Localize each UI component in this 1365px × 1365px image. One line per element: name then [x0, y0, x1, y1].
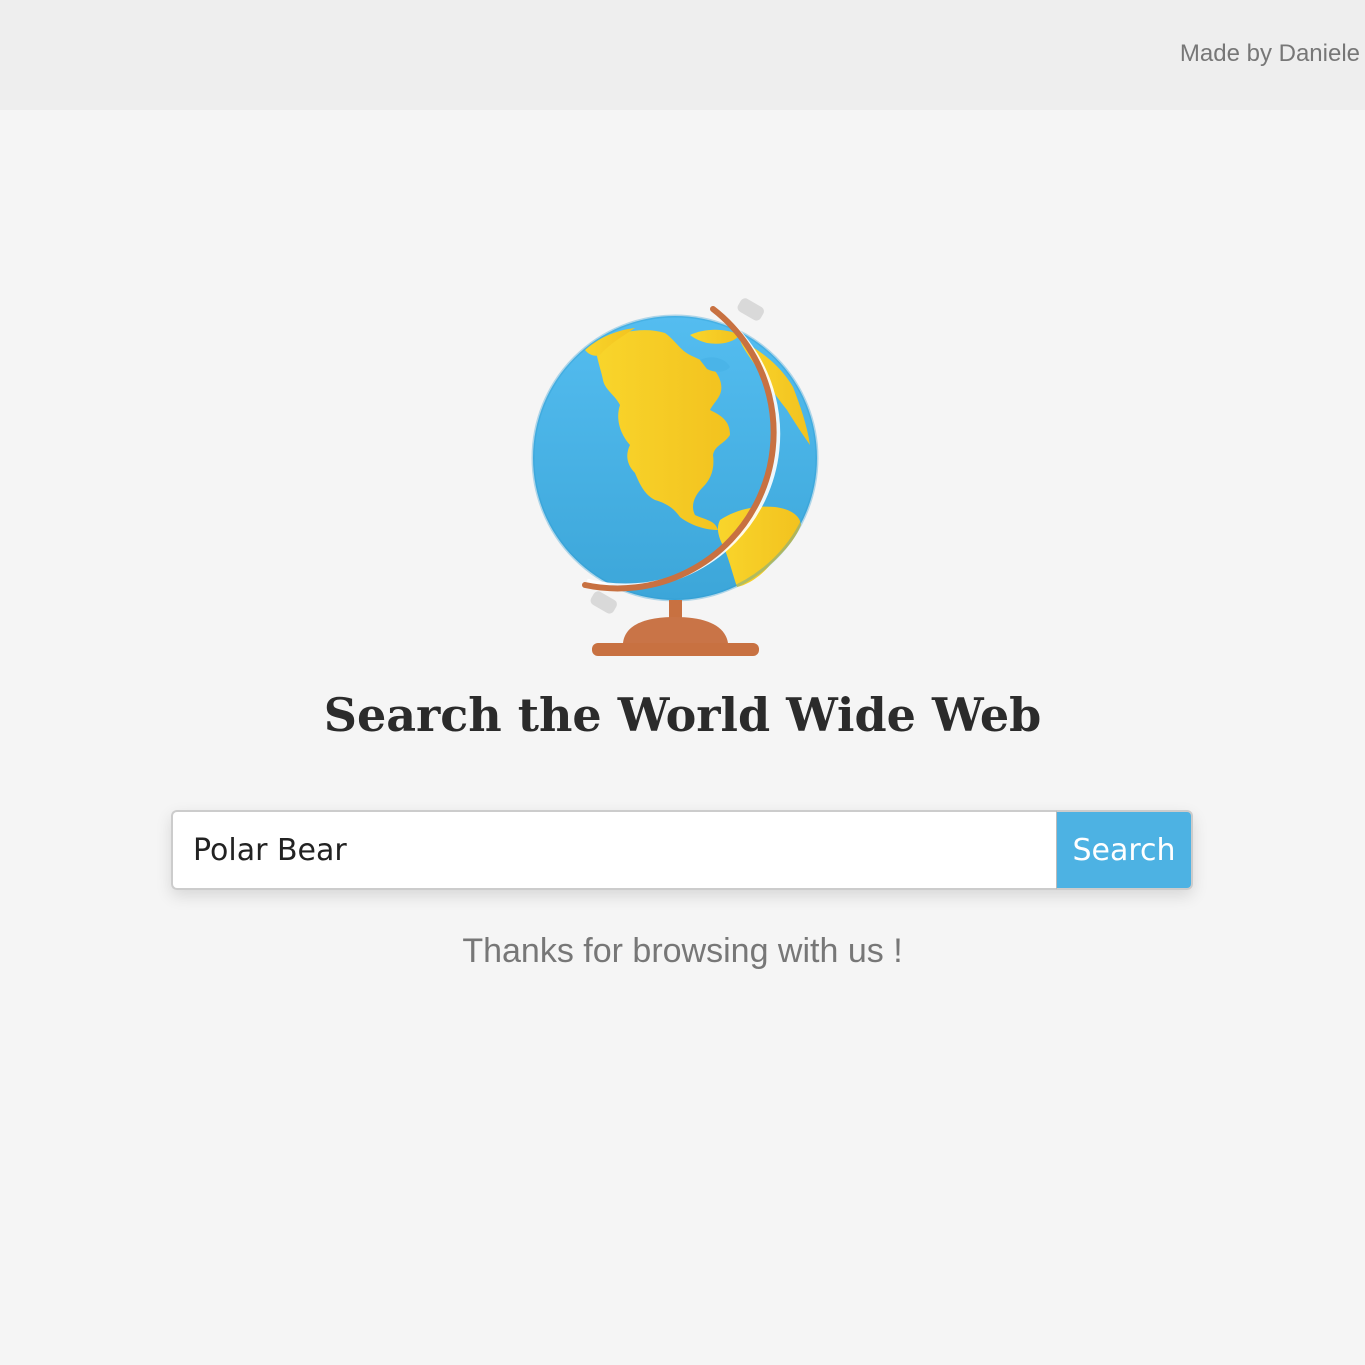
- page-title: Search the World Wide Web: [323, 688, 1042, 742]
- author-credit: Made by Daniele: [1179, 40, 1360, 67]
- search-button[interactable]: Search: [1056, 810, 1193, 890]
- search-input[interactable]: [171, 810, 1056, 890]
- thanks-message: Thanks for browsing with us !: [462, 932, 903, 970]
- top-bar: Made by Daniele: [0, 0, 1365, 110]
- search-bar: Search: [171, 810, 1193, 890]
- globe-icon: [525, 295, 845, 665]
